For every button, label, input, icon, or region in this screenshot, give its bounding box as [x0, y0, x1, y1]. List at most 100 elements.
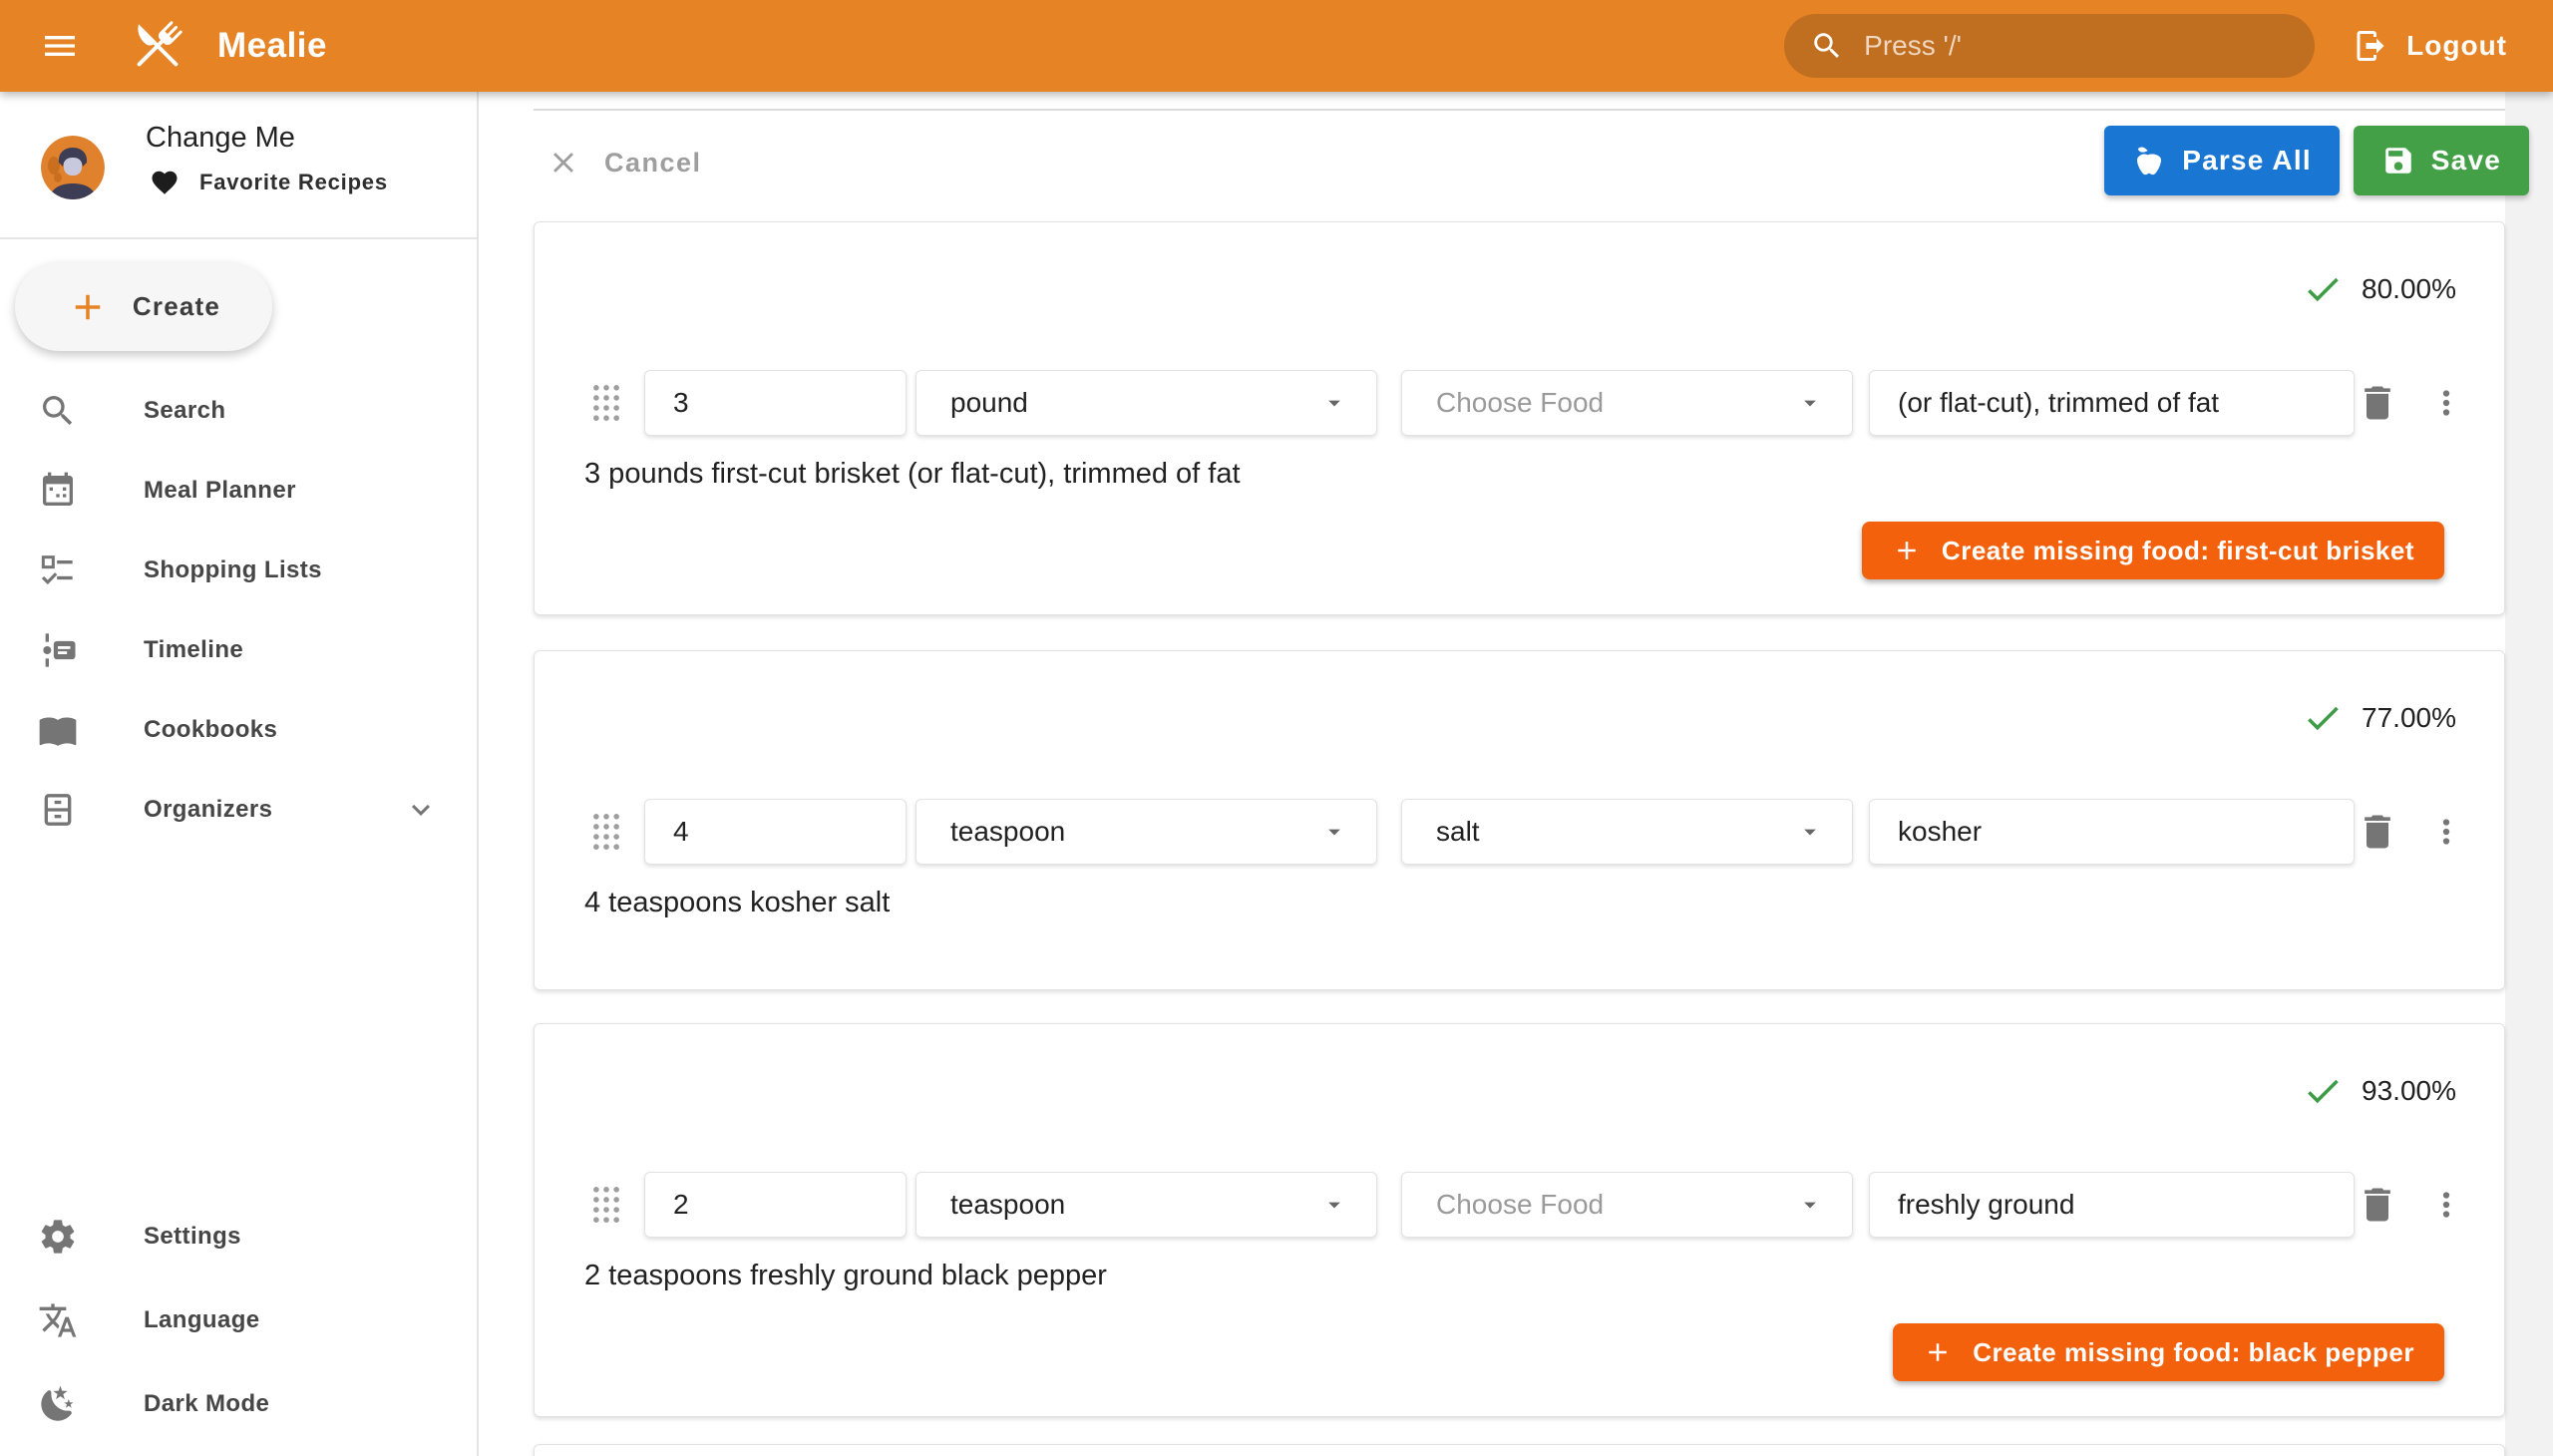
sidebar-item-settings[interactable]: Settings [0, 1195, 477, 1278]
scrollbar-gutter[interactable] [2505, 92, 2553, 1456]
favorite-recipes-link[interactable]: Favorite Recipes [150, 168, 388, 197]
kebab-icon [2427, 384, 2465, 422]
calendar-icon [38, 471, 78, 511]
favorite-recipes-label: Favorite Recipes [199, 170, 388, 195]
plus-icon [1923, 1337, 1953, 1367]
confidence-value: 93.00% [2362, 1075, 2456, 1107]
hamburger-menu-button[interactable] [40, 24, 84, 68]
kebab-icon [2427, 1186, 2465, 1224]
confidence-indicator: 80.00% [2302, 268, 2456, 310]
drag-handle[interactable] [592, 811, 622, 853]
more-options-button[interactable] [2427, 383, 2467, 423]
delete-button[interactable] [2356, 1182, 2401, 1228]
confidence-indicator: 77.00% [2302, 697, 2456, 739]
cancel-button[interactable]: Cancel [547, 136, 702, 189]
trash-icon [2356, 1183, 2399, 1227]
sidebar-item-shopping-lists[interactable]: Shopping Lists [0, 531, 477, 610]
timeline-icon [38, 630, 78, 670]
sidebar-bottom-nav: Settings Language Dark Mode [0, 1195, 477, 1446]
more-options-button[interactable] [2427, 1185, 2467, 1225]
note-input[interactable] [1869, 1172, 2355, 1238]
dropdown-caret-icon [1320, 818, 1348, 846]
close-icon [547, 146, 580, 180]
main-content: Cancel Parse All Save 80.00% [481, 92, 2553, 1456]
create-missing-food-button[interactable]: Create missing food: first-cut brisket [1862, 522, 2444, 579]
translate-icon [38, 1300, 78, 1340]
check-icon [2302, 268, 2344, 310]
sidebar-item-search[interactable]: Search [0, 371, 477, 451]
drag-handle-icon [592, 384, 620, 422]
app-title: Mealie [217, 26, 327, 66]
food-select[interactable]: Choose Food [1401, 1172, 1853, 1238]
note-input[interactable] [1869, 799, 2355, 865]
quantity-input[interactable] [644, 799, 907, 865]
delete-button[interactable] [2356, 809, 2401, 855]
sidebar-item-language[interactable]: Language [0, 1278, 477, 1362]
search-icon [1810, 29, 1844, 63]
ingredient-fields-row: teaspoon Choose Food [535, 1172, 2504, 1238]
unit-select[interactable]: teaspoon [915, 1172, 1377, 1238]
create-button-label: Create [133, 291, 220, 322]
dropdown-caret-icon [1796, 1191, 1824, 1219]
cabinet-icon [38, 790, 78, 830]
parse-all-button[interactable]: Parse All [2104, 126, 2340, 195]
search-input[interactable] [1864, 30, 2289, 62]
mealie-app: Mealie Logout Change Me Favorite Recipes… [0, 0, 2553, 1456]
logout-icon [2353, 28, 2388, 64]
content-top-divider [534, 109, 2505, 111]
dropdown-caret-icon [1320, 1191, 1348, 1219]
sidebar-item-organizers[interactable]: Organizers [0, 770, 477, 850]
ingredient-fields-row: teaspoon salt [535, 799, 2504, 865]
sidebar-nav: Search Meal Planner Shopping Lists Timel… [0, 371, 477, 850]
confidence-indicator: 93.00% [2302, 1070, 2456, 1112]
original-ingredient-text: 2 teaspoons freshly ground black pepper [584, 1260, 1107, 1292]
toolbar-actions: Parse All Save [2104, 126, 2529, 195]
moon-icon [38, 1384, 78, 1424]
ingredient-card-partial [534, 1444, 2505, 1456]
dropdown-caret-icon [1796, 389, 1824, 417]
delete-button[interactable] [2356, 380, 2401, 426]
plus-icon [67, 286, 109, 328]
food-select[interactable]: Choose Food [1401, 370, 1853, 436]
check-icon [2302, 1070, 2344, 1112]
heart-icon [150, 168, 180, 197]
quantity-input[interactable] [644, 1172, 907, 1238]
create-missing-food-button[interactable]: Create missing food: black pepper [1893, 1323, 2444, 1381]
note-input[interactable] [1869, 370, 2355, 436]
sidebar-item-timeline[interactable]: Timeline [0, 610, 477, 690]
unit-select[interactable]: teaspoon [915, 799, 1377, 865]
chevron-down-icon[interactable] [403, 792, 439, 828]
avatar[interactable] [41, 136, 105, 199]
save-button[interactable]: Save [2354, 126, 2529, 195]
search-bar[interactable] [1784, 14, 2315, 78]
more-options-button[interactable] [2427, 812, 2467, 852]
original-ingredient-text: 3 pounds first-cut brisket (or flat-cut)… [584, 458, 1241, 491]
original-ingredient-text: 4 teaspoons kosher salt [584, 887, 890, 919]
checklist-icon [38, 550, 78, 590]
trash-icon [2356, 810, 2399, 854]
app-header: Mealie Logout [0, 0, 2553, 92]
logout-button[interactable]: Logout [2353, 28, 2507, 64]
create-button[interactable]: Create [15, 262, 272, 351]
drag-handle[interactable] [592, 1184, 622, 1226]
drag-handle-icon [592, 813, 620, 851]
apple-icon [2132, 144, 2166, 178]
dropdown-caret-icon [1796, 818, 1824, 846]
sidebar-item-dark-mode[interactable]: Dark Mode [0, 1362, 477, 1446]
plus-icon [1892, 536, 1922, 565]
sidebar-item-cookbooks[interactable]: Cookbooks [0, 690, 477, 770]
fork-knife-logo-icon [126, 14, 189, 78]
quantity-input[interactable] [644, 370, 907, 436]
magnify-icon [38, 391, 78, 431]
drag-handle[interactable] [592, 382, 622, 424]
food-select[interactable]: salt [1401, 799, 1853, 865]
user-name[interactable]: Change Me [146, 122, 295, 155]
book-open-icon [38, 710, 78, 750]
ingredient-card: 80.00% pound Choose Food [534, 221, 2505, 615]
sidebar-item-meal-planner[interactable]: Meal Planner [0, 451, 477, 531]
unit-select[interactable]: pound [915, 370, 1377, 436]
ingredient-card: 77.00% teaspoon salt [534, 650, 2505, 990]
dropdown-caret-icon [1320, 389, 1348, 417]
drag-handle-icon [592, 1186, 620, 1224]
trash-icon [2356, 381, 2399, 425]
